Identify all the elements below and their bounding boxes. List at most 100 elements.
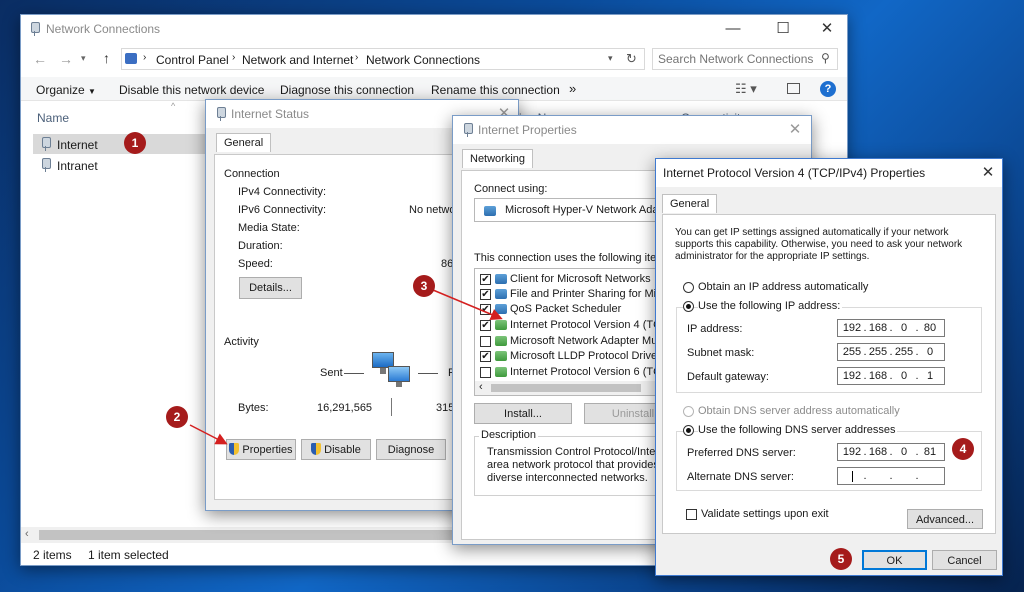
obtain-ip-auto-radio[interactable] xyxy=(683,282,694,293)
close-button[interactable]: ✕ xyxy=(785,120,805,140)
search-icon[interactable]: ⚲ xyxy=(821,51,830,65)
network-connections-icon xyxy=(29,22,40,36)
list-item[interactable]: ✔ Microsoft LLDP Protocol Driver xyxy=(475,349,663,364)
uac-shield-icon xyxy=(229,443,240,455)
octet-dot: . xyxy=(915,470,919,482)
back-arrow-icon[interactable]: ← xyxy=(33,51,47,67)
disable-device-button[interactable]: Disable this network device xyxy=(119,83,264,97)
item-checkbox[interactable]: ✔ xyxy=(480,320,491,331)
diagnose-button[interactable]: Diagnose xyxy=(376,439,446,460)
recent-chevron-icon[interactable]: ▾ xyxy=(81,53,86,64)
minimize-button[interactable]: — xyxy=(723,19,743,39)
view-options-icon[interactable]: ☷ ▾ xyxy=(735,81,757,97)
octet: 192 xyxy=(842,446,862,458)
activity-header: Activity xyxy=(224,336,259,348)
more-commands-button[interactable]: » xyxy=(569,81,576,96)
address-dropdown-icon[interactable]: ▾ xyxy=(608,53,613,64)
explorer-titlebar[interactable]: Network Connections — ☐ ✕ xyxy=(21,15,847,43)
properties-titlebar[interactable]: Internet Properties ✕ xyxy=(453,116,811,144)
address-bar[interactable]: › Control Panel › Network and Internet ›… xyxy=(121,48,645,70)
obtain-dns-auto-label[interactable]: Obtain DNS server address automatically xyxy=(698,405,900,417)
list-horizontal-scrollbar[interactable]: ‹ xyxy=(475,381,663,395)
maximize-button[interactable]: ☐ xyxy=(773,19,793,39)
organize-button[interactable]: Organize ▼ xyxy=(36,83,96,97)
help-icon[interactable]: ? xyxy=(820,81,836,97)
breadcrumb-network-internet[interactable]: Network and Internet xyxy=(242,53,353,67)
subnet-mask-field[interactable]: 255. 255. 255. 0 xyxy=(837,343,945,361)
rename-connection-button[interactable]: Rename this connection xyxy=(431,83,560,97)
column-header-name[interactable]: Name xyxy=(37,111,69,125)
components-list[interactable]: ✔ Client for Microsoft Networks ✔ File a… xyxy=(474,268,664,396)
ip-address-field[interactable]: 192. 168. 0. 80 xyxy=(837,319,945,337)
close-button[interactable]: ✕ xyxy=(978,163,998,183)
search-box[interactable]: ⚲ xyxy=(652,48,838,70)
use-following-ip-radio[interactable] xyxy=(683,301,694,312)
disable-button[interactable]: Disable xyxy=(301,439,371,460)
speed-label: Speed: xyxy=(238,258,273,270)
service-icon xyxy=(495,289,507,299)
diagnose-connection-button[interactable]: Diagnose this connection xyxy=(280,83,414,97)
preferred-dns-label: Preferred DNS server: xyxy=(687,447,796,459)
protocol-icon xyxy=(495,367,507,377)
ipv6-connectivity-label: IPv6 Connectivity: xyxy=(238,204,327,216)
bytes-sent-value: 16,291,565 xyxy=(317,402,373,414)
forward-arrow-icon[interactable]: → xyxy=(59,51,73,67)
item-label: QoS Packet Scheduler xyxy=(510,303,622,315)
tab-general[interactable]: General xyxy=(662,194,718,213)
scroll-left-icon[interactable]: ‹ xyxy=(479,381,483,393)
description-line-2: area network protocol that provides co xyxy=(487,459,674,471)
use-following-dns-label[interactable]: Use the following DNS server addresses xyxy=(698,424,898,436)
search-input[interactable] xyxy=(656,51,816,67)
advanced-button[interactable]: Advanced... xyxy=(907,509,983,529)
item-checkbox[interactable]: ✔ xyxy=(480,289,491,300)
tab-networking[interactable]: Networking xyxy=(462,149,534,168)
preferred-dns-field[interactable]: 192. 168. 0. 81 xyxy=(837,443,945,461)
install-button[interactable]: Install... xyxy=(474,403,572,424)
properties-button[interactable]: Properties xyxy=(226,439,296,460)
details-button[interactable]: Details... xyxy=(239,277,302,299)
up-arrow-icon[interactable]: ↑ xyxy=(103,50,110,66)
list-item[interactable]: ✔ File and Printer Sharing for Micros xyxy=(475,287,663,302)
obtain-dns-auto-radio[interactable] xyxy=(683,406,694,417)
scroll-left-icon[interactable]: ‹ xyxy=(25,528,29,540)
status-selected: 1 item selected xyxy=(88,548,169,562)
use-following-dns-radio[interactable] xyxy=(683,425,694,436)
scrollbar-thumb[interactable] xyxy=(39,530,459,540)
cancel-button[interactable]: Cancel xyxy=(932,550,997,570)
close-button[interactable]: ✕ xyxy=(817,19,837,39)
list-item[interactable]: Internet Protocol Version 6 (TCP/I xyxy=(475,365,663,380)
item-checkbox[interactable] xyxy=(480,336,491,347)
validate-checkbox[interactable] xyxy=(686,509,697,520)
default-gateway-field[interactable]: 192. 168. 0. 1 xyxy=(837,367,945,385)
command-bar: Organize ▼ Disable this network device D… xyxy=(21,77,847,101)
list-item-internet[interactable]: Internet xyxy=(33,134,209,154)
item-checkbox[interactable]: ✔ xyxy=(480,274,491,285)
list-item[interactable]: ✔ QoS Packet Scheduler xyxy=(475,302,663,317)
breadcrumb-network-connections[interactable]: Network Connections xyxy=(366,53,480,67)
use-following-ip-label[interactable]: Use the following IP address: xyxy=(698,300,843,312)
tab-general[interactable]: General xyxy=(216,133,272,152)
item-checkbox[interactable] xyxy=(480,367,491,378)
intro-line-1: You can get IP settings assigned automat… xyxy=(675,227,949,238)
properties-dialog-title: Internet Properties xyxy=(478,123,577,137)
list-item-ipv4[interactable]: ✔ Internet Protocol Version 4 (TCP/I xyxy=(475,318,663,333)
client-icon xyxy=(495,274,507,284)
ipv4-connectivity-label: IPv4 Connectivity: xyxy=(238,186,327,198)
ok-button[interactable]: OK xyxy=(862,550,927,570)
list-item[interactable]: Microsoft Network Adapter Multipl xyxy=(475,334,663,349)
validate-label[interactable]: Validate settings upon exit xyxy=(701,508,829,520)
item-label: Internet Protocol Version 4 (TCP/I xyxy=(510,319,664,331)
obtain-ip-auto-label[interactable]: Obtain an IP address automatically xyxy=(698,281,868,293)
preview-pane-icon[interactable] xyxy=(787,83,800,94)
item-checkbox[interactable]: ✔ xyxy=(480,304,491,315)
list-item[interactable]: ✔ Client for Microsoft Networks xyxy=(475,272,663,287)
refresh-icon[interactable]: ↻ xyxy=(626,51,637,67)
octet: 255 xyxy=(894,346,914,358)
breadcrumb-control-panel[interactable]: Control Panel xyxy=(156,53,229,67)
adapter-name: Microsoft Hyper-V Network Adapte xyxy=(505,204,674,216)
ipv4-titlebar[interactable]: Internet Protocol Version 4 (TCP/IPv4) P… xyxy=(656,159,1002,187)
scrollbar-thumb[interactable] xyxy=(491,384,641,392)
item-checkbox[interactable]: ✔ xyxy=(480,351,491,362)
alternate-dns-field[interactable]: ... xyxy=(837,467,945,485)
list-item-intranet[interactable]: Intranet xyxy=(33,155,209,175)
